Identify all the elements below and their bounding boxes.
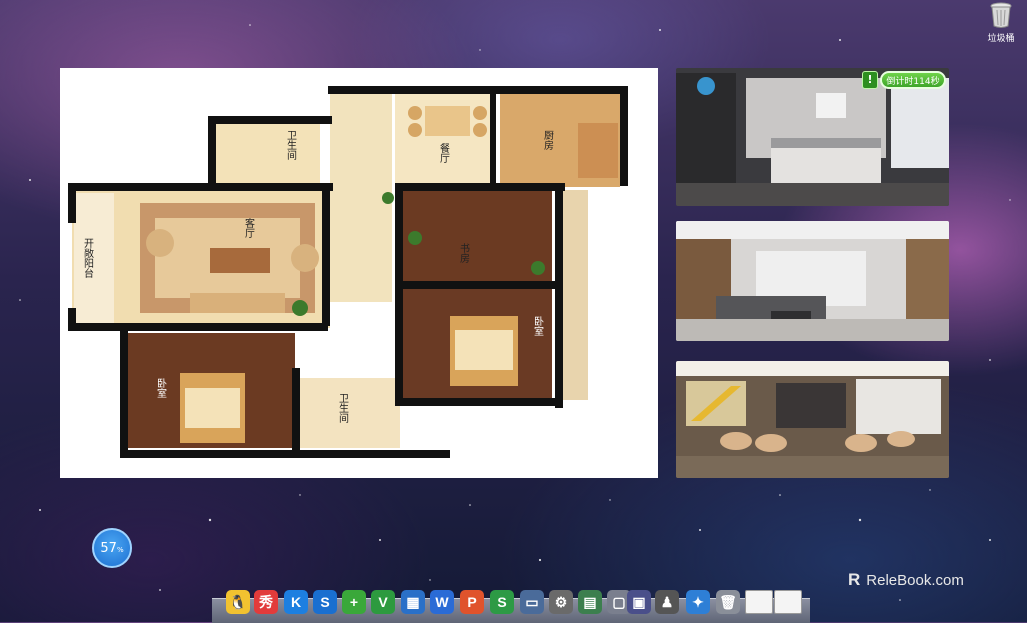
monitor-icon[interactable]: ▭ xyxy=(520,590,544,614)
trash-icon[interactable]: 🗑 xyxy=(716,590,740,614)
safari-compass-icon[interactable]: ✦ xyxy=(686,590,710,614)
room-label-bedroom-left: 卧室 xyxy=(155,377,167,398)
photo-icon[interactable]: ▤ xyxy=(578,590,602,614)
room-label-living: 客厅 xyxy=(243,217,255,238)
room-label-dining: 餐厅 xyxy=(438,142,450,163)
grid-icon[interactable]: ▦ xyxy=(401,590,425,614)
watermark: R ReleBook.com xyxy=(848,570,964,590)
qq-penguin-icon[interactable]: 🐧 xyxy=(226,590,250,614)
room-label-balcony: 开敞阳台 xyxy=(82,238,94,279)
trash-label: 垃圾桶 xyxy=(987,34,1015,44)
shield-icon[interactable]: V xyxy=(371,590,395,614)
photo-dining-room[interactable] xyxy=(676,361,949,478)
document-icon[interactable] xyxy=(745,590,773,614)
document-icon-2[interactable] xyxy=(774,590,802,614)
watermark-text: ReleBook.com xyxy=(866,572,964,589)
display-icon[interactable]: ▣ xyxy=(627,590,651,614)
room-label-bedroom-right: 卧室 xyxy=(532,315,544,336)
dining-room-photo-image xyxy=(676,361,949,478)
wps-writer-icon[interactable]: W xyxy=(430,590,454,614)
memory-gauge-widget[interactable]: 57% xyxy=(92,528,132,568)
xiuxiu-icon[interactable]: 秀 xyxy=(254,590,278,614)
gear-icon[interactable]: ⚙ xyxy=(549,590,573,614)
floor-plan-image[interactable]: 卫生间 餐厅 厨房 客厅 书房 开敞阳台 卧室 卧室 卫生间 xyxy=(60,68,658,478)
room-label-study: 书房 xyxy=(458,243,470,264)
desktop-trash[interactable]: 垃圾桶 xyxy=(982,2,1020,44)
gauge-value: 57 xyxy=(100,541,117,556)
countdown-timer: 倒计时114秒 xyxy=(880,71,946,89)
plus-icon[interactable]: + xyxy=(342,590,366,614)
gauge-unit: % xyxy=(116,546,124,554)
room-label-kitchen: 厨房 xyxy=(542,130,554,151)
floor-plan-drawing: 卫生间 餐厅 厨房 客厅 书房 开敞阳台 卧室 卧室 卫生间 xyxy=(68,86,628,458)
wps-sheet-icon[interactable]: S xyxy=(490,590,514,614)
room-label-bathroom-top: 卫生间 xyxy=(285,130,297,161)
living-room-photo-image xyxy=(676,221,949,341)
room-label-bathroom-bottom: 卫生间 xyxy=(337,393,349,424)
trash-icon xyxy=(990,2,1012,28)
photo-bedroom[interactable]: ! 倒计时114秒 xyxy=(676,68,949,206)
chess-icon[interactable]: ♟ xyxy=(655,590,679,614)
alert-icon[interactable]: ! xyxy=(862,71,878,89)
photo-living-room[interactable] xyxy=(676,221,949,341)
sogou-icon[interactable]: S xyxy=(313,590,337,614)
kugou-icon[interactable]: K xyxy=(284,590,308,614)
wps-presentation-icon[interactable]: P xyxy=(460,590,484,614)
watermark-logo-icon: R xyxy=(848,570,861,589)
